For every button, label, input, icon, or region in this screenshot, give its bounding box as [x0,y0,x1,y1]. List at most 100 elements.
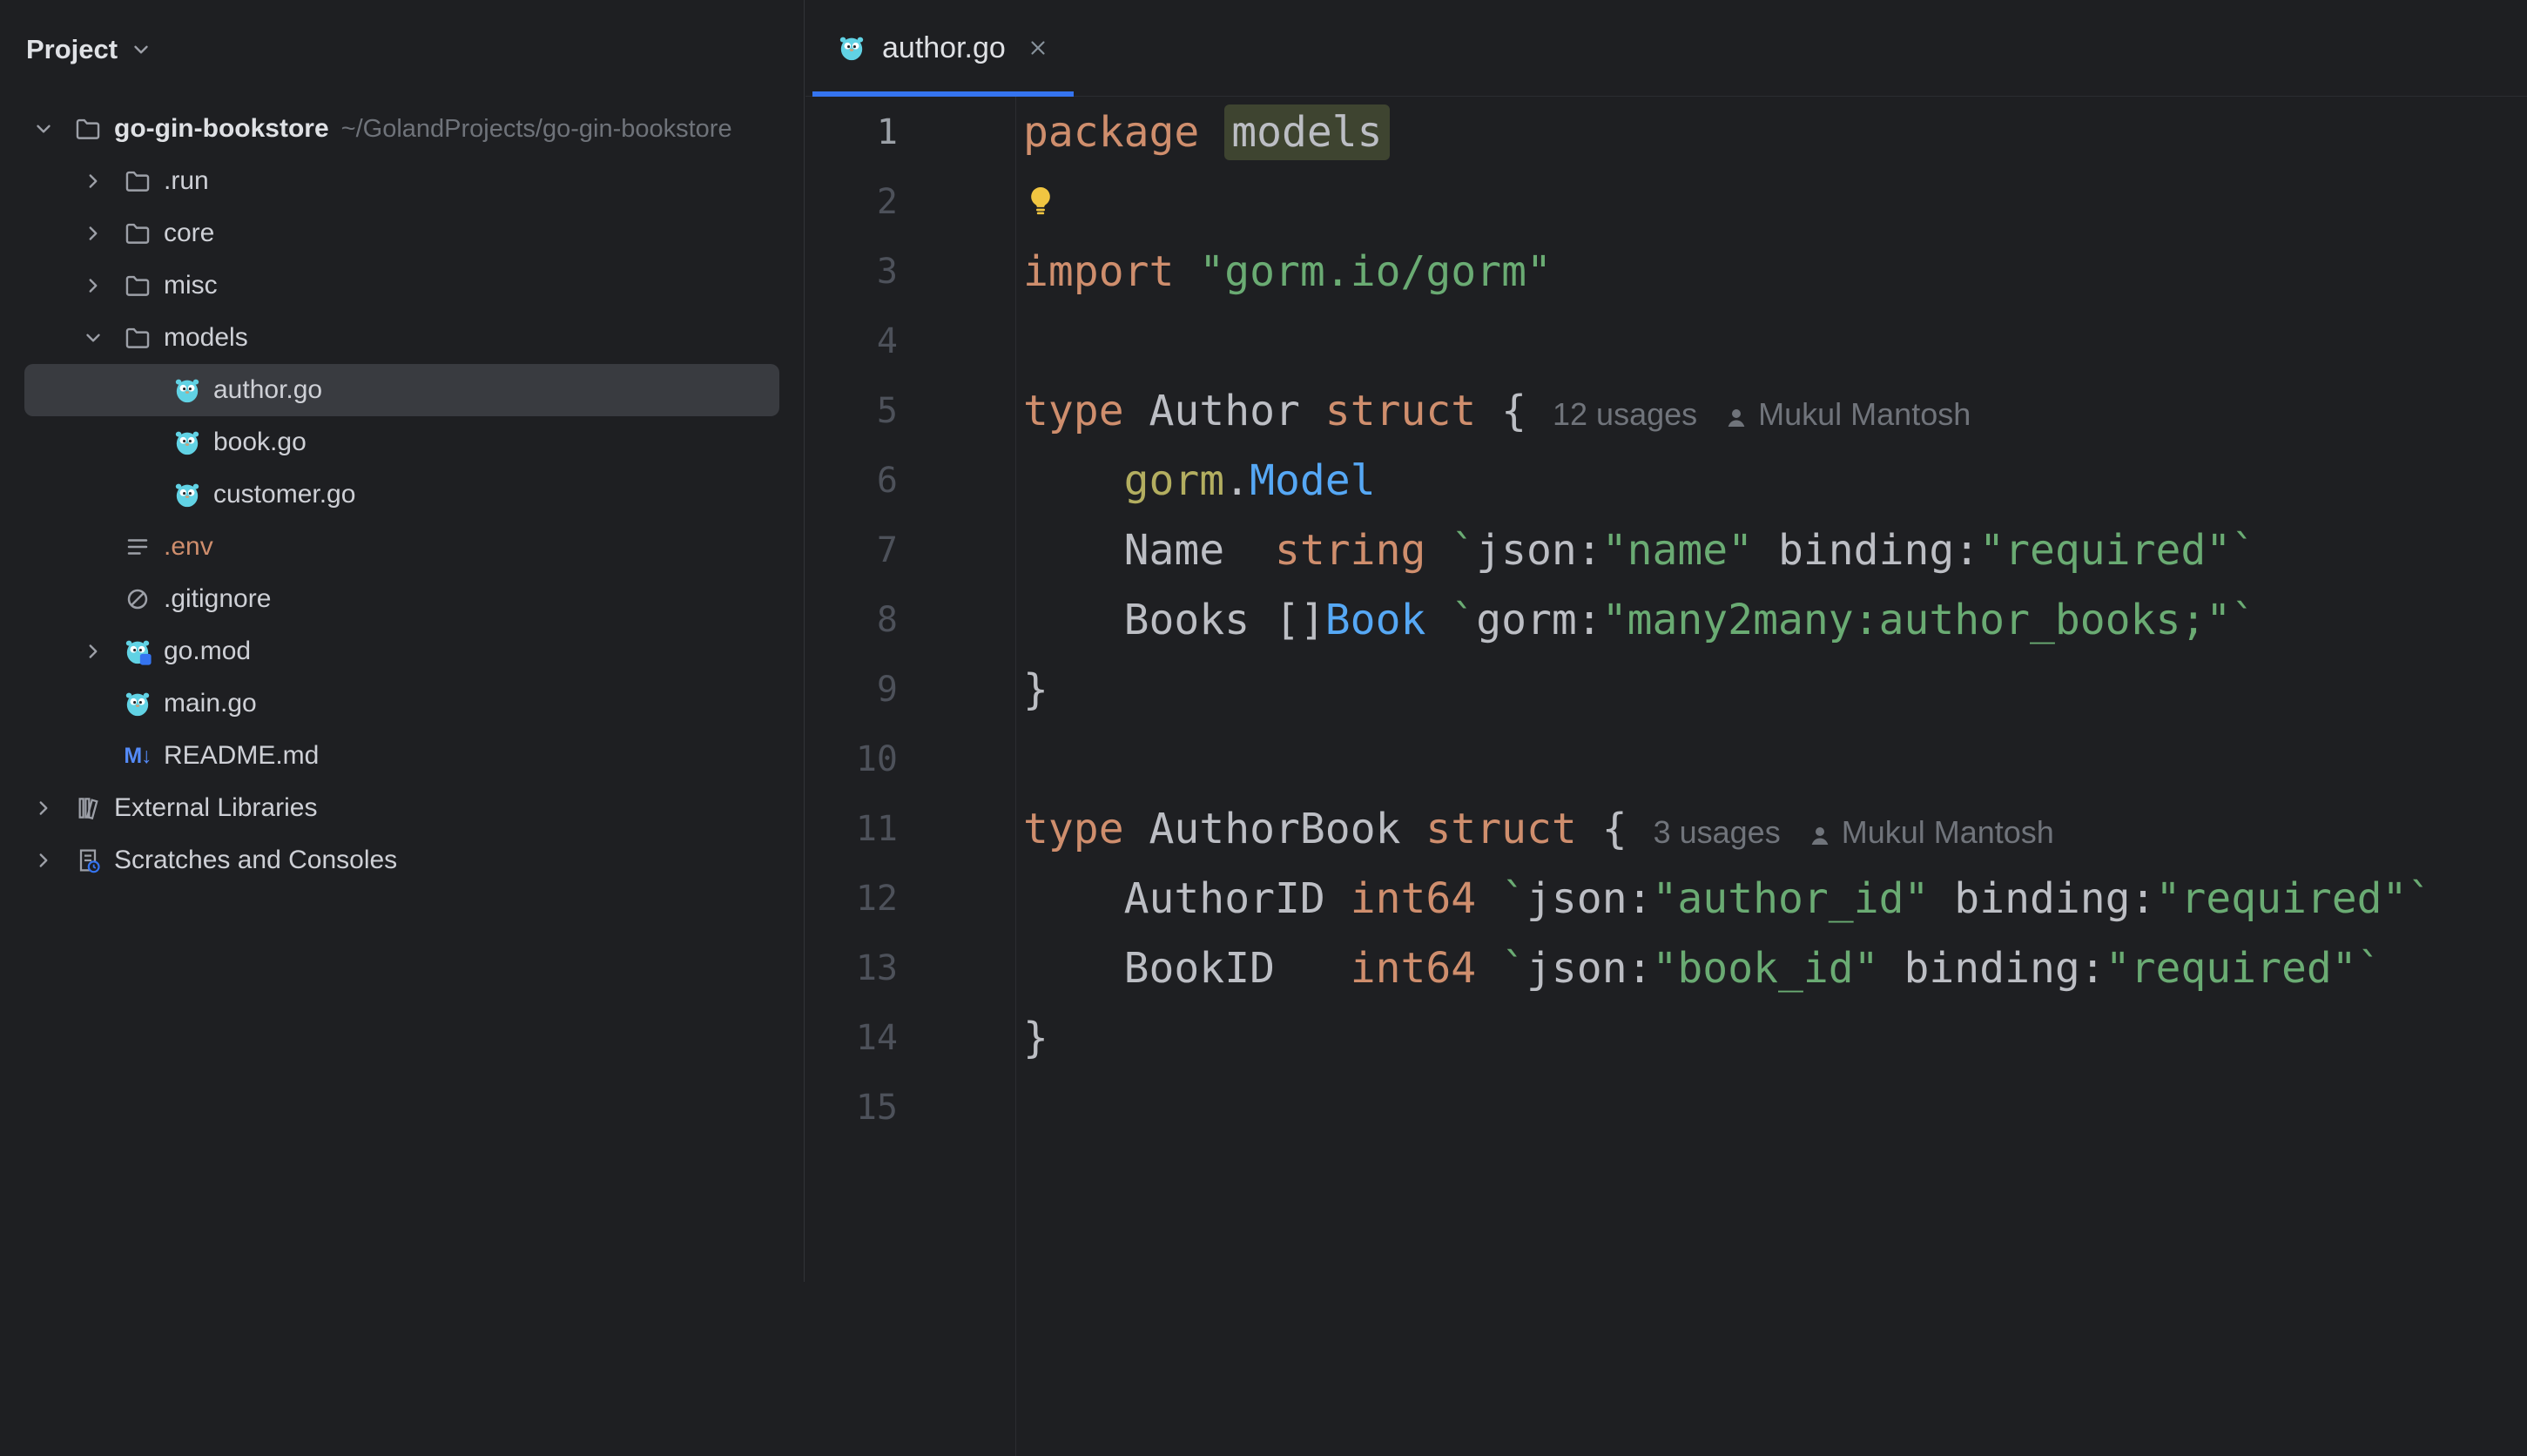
code-line-10[interactable]: 10 [805,725,2527,794]
line-number[interactable]: 13 [805,948,1015,988]
code-token: "book_id" [1653,944,1879,993]
code-text: import "gorm.io/gorm" [1015,247,1552,296]
usages-inlay-hint[interactable]: 12 usages [1553,396,1697,432]
md-icon: M↓ [122,744,153,769]
line-number[interactable]: 6 [805,461,1015,501]
usages-inlay-hint[interactable]: 3 usages [1654,814,1781,850]
code-line-9[interactable]: 9} [805,655,2527,725]
code-line-1[interactable]: 1package models [805,98,2527,167]
tree-item-label: misc [164,271,218,300]
tree-item-core[interactable]: core [24,207,779,260]
code-token: "required" [2106,944,2357,993]
project-panel-header[interactable]: Project [0,0,804,99]
tree-item-label: go-gin-bookstore [114,114,329,144]
tree-item-label: go.mod [164,637,251,666]
code-line-2[interactable]: 2 [805,167,2527,237]
tree-item-scratches-and-consoles[interactable]: Scratches and Consoles [24,834,779,886]
code-token: json: [1526,944,1653,993]
line-number[interactable]: 12 [805,879,1015,919]
tree-item-misc[interactable]: misc [24,260,779,312]
code-token: } [1023,1014,1048,1062]
chevron-right-icon[interactable] [82,274,122,297]
chevron-down-icon[interactable] [130,38,152,61]
code-text: package models [1015,108,1390,157]
line-number[interactable]: 2 [805,182,1015,222]
tree-item-gitignore[interactable]: .gitignore [24,573,779,625]
close-icon[interactable] [1027,37,1049,59]
code-token: string [1275,526,1425,575]
code-token: AuthorID [1023,874,1351,923]
code-token: "many2many:author_books;" [1602,596,2231,644]
code-area[interactable]: 1package models23import "gorm.io/gorm"45… [805,97,2527,1143]
chevron-right-icon[interactable] [82,640,122,663]
code-line-13[interactable]: 13 BookID int64 `json:"book_id" binding:… [805,934,2527,1003]
code-line-4[interactable]: 4 [805,307,2527,376]
code-token: binding: [1929,874,2155,923]
chevron-right-icon[interactable] [32,849,72,872]
code-line-8[interactable]: 8 Books []Book `gorm:"many2many:author_b… [805,585,2527,655]
line-number[interactable]: 9 [805,670,1015,710]
line-number[interactable]: 4 [805,321,1015,361]
tree-item-external-libraries[interactable]: External Libraries [24,782,779,834]
chevron-down-icon[interactable] [82,327,122,349]
line-number[interactable]: 1 [805,112,1015,152]
author-inlay-hint[interactable]: Mukul Mantosh [1807,814,2054,850]
chevron-right-icon[interactable] [82,222,122,245]
code-line-15[interactable]: 15 [805,1073,2527,1143]
tree-item-readme-md[interactable]: M↓ README.md [24,730,779,782]
code-token: "name" [1602,526,1753,575]
panel-title: Project [26,34,118,65]
code-token: AuthorBook [1149,805,1426,853]
code-line-3[interactable]: 3import "gorm.io/gorm" [805,237,2527,307]
chevron-down-icon[interactable] [32,118,72,140]
code-line-12[interactable]: 12 AuthorID int64 `json:"author_id" bind… [805,864,2527,934]
tree-item-author-go[interactable]: author.go [24,364,779,416]
code-text: } [1015,665,1048,714]
line-number[interactable]: 15 [805,1088,1015,1128]
code-token: ` [2231,526,2256,575]
line-number[interactable]: 11 [805,809,1015,849]
tree-item-label: book.go [213,428,307,457]
line-number[interactable]: 14 [805,1018,1015,1058]
tree-item-run[interactable]: .run [24,155,779,207]
intention-bulb-icon[interactable] [1023,179,1058,228]
line-number[interactable]: 7 [805,530,1015,570]
code-token: ` [1451,596,1476,644]
tree-item-label: .run [164,166,209,196]
line-number[interactable]: 8 [805,600,1015,640]
gomod-icon [122,637,153,666]
editor-tab-author-go[interactable]: author.go [812,0,1074,96]
tree-item-models[interactable]: models [24,312,779,364]
code-token: gorm: [1476,596,1602,644]
code-token: "gorm.io/gorm" [1199,247,1552,296]
tree-item-env[interactable]: .env [24,521,779,573]
code-text: BookID int64 `json:"book_id" binding:"re… [1015,944,2382,993]
line-number[interactable]: 3 [805,252,1015,292]
tree-item-main-go[interactable]: main.go [24,677,779,730]
line-number[interactable]: 5 [805,391,1015,431]
code-token [1425,526,1451,575]
code-token: ` [2407,874,2432,923]
code-line-7[interactable]: 7 Name string `json:"name" binding:"requ… [805,516,2527,585]
code-token [1425,596,1451,644]
code-token: int64 [1351,944,1477,993]
code-line-6[interactable]: 6 gorm.Model [805,446,2527,516]
code-token: binding: [1879,944,2106,993]
tree-item-label: author.go [213,375,322,405]
code-token: import [1023,247,1199,296]
author-inlay-hint[interactable]: Mukul Mantosh [1723,396,1971,432]
code-line-14[interactable]: 14} [805,1003,2527,1073]
code-line-5[interactable]: 5type Author struct {12 usagesMukul Mant… [805,376,2527,446]
tree-item-customer-go[interactable]: customer.go [24,468,779,521]
tree-item-go-mod[interactable]: go.mod [24,625,779,677]
tree-item-go-gin-bookstore[interactable]: go-gin-bookstore~/GolandProjects/go-gin-… [24,103,779,155]
chevron-right-icon[interactable] [32,797,72,819]
chevron-right-icon[interactable] [82,170,122,192]
code-line-11[interactable]: 11type AuthorBook struct {3 usagesMukul … [805,794,2527,864]
tree-item-book-go[interactable]: book.go [24,416,779,468]
folder-icon [122,271,153,300]
tree-item-label: README.md [164,741,319,771]
code-token: } [1023,665,1048,714]
code-text [1015,177,1058,228]
line-number[interactable]: 10 [805,739,1015,779]
